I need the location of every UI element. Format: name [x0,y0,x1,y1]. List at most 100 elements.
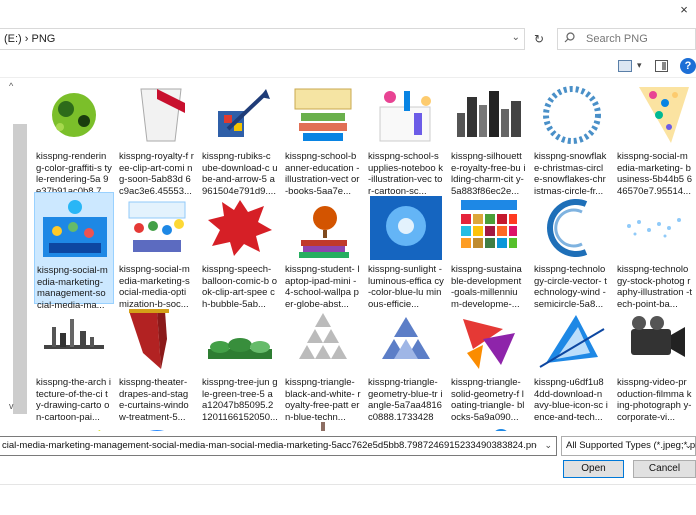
filename-input[interactable]: cial-media-marketing-management-social-m… [0,436,557,456]
file-thumbnail-architecture [38,309,110,373]
file-thumbnail-sdg-goals [453,196,525,260]
file-thumbnail-triangle-solid [453,309,525,373]
search-icon [564,32,575,46]
file-item[interactable]: kisspng-u6df1u8 4dd-download-n avy-blue-… [532,305,612,423]
file-name: kisspng-triangle- solid-geometry-f loati… [451,377,525,423]
file-thumbnail-coming-soon [121,83,193,147]
file-name: kisspng-tree-jun gle-green-tree-5 aa1204… [202,377,278,423]
search-placeholder: Search PNG [586,33,648,45]
breadcrumb[interactable]: (E:) › PNG [4,33,55,45]
file-thumbnail-video-production [619,309,691,373]
file-item[interactable]: kisspng-social-m edia-marketing- managem… [34,192,114,311]
file-name: kisspng-speech- balloon-comic-b ook-clip… [202,264,277,310]
chevron-down-icon[interactable]: ⌄ [684,440,692,451]
file-item[interactable]: kisspng-renderin g-color-graffiti-s tyle… [34,79,114,197]
file-name: kisspng-triangle- black-and-white- royal… [285,377,361,423]
file-item[interactable]: kisspng-student- laptop-ipad-mini -4-sch… [283,192,363,310]
file-item[interactable]: kisspng-royalty-f ree-clip-art-comi ng-s… [117,79,197,197]
file-name: kisspng-school-s upplies-noteboo k-illus… [368,151,443,197]
search-input[interactable]: Search PNG [557,28,696,50]
title-bar: × [0,0,696,24]
file-name: kisspng-u6df1u8 4dd-download-n avy-blue-… [534,377,608,423]
file-grid[interactable]: kisspng-renderin g-color-graffiti-s tyle… [34,79,696,431]
file-item[interactable]: kisspng-theater- drapes-and-stag e-curta… [117,305,197,423]
address-row: (E:) › PNG ⌄ ↻ Search PNG [0,26,696,52]
file-item[interactable]: kisspng-tree-jun gle-green-tree-5 aa1204… [200,305,280,423]
file-thumbnail-triangle-bw [287,309,359,373]
file-item[interactable]: kisspng-speech- balloon-comic-b ook-clip… [200,192,280,310]
file-item[interactable]: kisspng-school-s upplies-noteboo k-illus… [366,79,446,197]
file-thumbnail-tech-circle [536,196,608,260]
file-thumbnail-social-business [619,83,691,147]
file-thumbnail-speech-bubble [204,196,276,260]
file-thumbnail-cube-arrow [204,83,276,147]
scrollbar-thumb[interactable] [13,124,27,414]
navigation-pane[interactable]: ^ v [0,79,28,429]
file-item[interactable] [34,418,114,431]
scroll-up-icon[interactable]: ^ [9,81,13,91]
file-thumbnail-blue-tech [536,309,608,373]
file-item[interactable]: kisspng-silhouett e-royalty-free-bu ildi… [449,79,529,197]
file-thumbnail-bell-signal [536,422,608,431]
help-button[interactable]: ? [680,58,696,74]
file-name: kisspng-snowflak e-christmas-circl e-sno… [534,151,607,197]
filename-row: cial-media-marketing-management-social-m… [0,436,696,458]
file-name: kisspng-technolo gy-circle-vector- techn… [534,264,607,310]
file-item[interactable]: kisspng-the-arch itecture-of-the-ci ty-d… [34,305,114,423]
file-thumbnail-city-silhouette [453,83,525,147]
filetype-select[interactable]: All Supported Types (*.jpeg;*.pr ⌄ [561,436,696,456]
file-name: kisspng-silhouett e-royalty-free-bu ildi… [451,151,526,197]
file-item[interactable]: kisspng-social-m edia-marketing- busines… [615,79,695,197]
file-name: kisspng-sustaina ble-development -goals-… [451,264,522,310]
file-thumbnail-school-banner [287,83,359,147]
file-item[interactable]: kisspng-school-b anner-education -illust… [283,79,363,197]
file-name: kisspng-student- laptop-ipad-mini -4-sch… [285,264,360,310]
file-item[interactable]: kisspng-sunlight -luminous-effica cy-col… [366,192,446,310]
file-thumbnail-yellow-splash [38,422,110,431]
scroll-down-icon[interactable]: v [9,401,14,411]
file-item[interactable]: kisspng-technolo gy-circle-vector- techn… [532,192,612,310]
file-thumbnail-contact-us [204,422,276,431]
file-name: kisspng-sunlight -luminous-effica cy-col… [368,264,444,310]
file-thumbnail-zoom-icon [121,422,193,431]
file-thumbnail-school-supplies [370,83,442,147]
file-item[interactable] [532,418,612,431]
file-thumbnail-tech-points [619,196,691,260]
file-name: kisspng-royalty-f ree-clip-art-comi ng-s… [119,151,194,197]
file-item[interactable]: kisspng-triangle- black-and-white- royal… [283,305,363,423]
file-name: kisspng-the-arch itecture-of-the-ci ty-d… [36,377,111,423]
preview-pane-button[interactable] [655,60,668,72]
file-item[interactable]: kisspng-video-pr oduction-filmma king-ph… [615,305,695,423]
file-item[interactable]: kisspng-sustaina ble-development -goals-… [449,192,529,310]
file-name: kisspng-video-pr oduction-filmma king-ph… [617,377,692,423]
file-item[interactable]: kisspng-snowflak e-christmas-circl e-sno… [532,79,612,197]
open-button[interactable]: Open [563,460,624,478]
file-item[interactable]: kisspng-technolo gy-stock-photog raphy-i… [615,192,695,310]
change-view-button[interactable] [618,60,632,72]
refresh-button[interactable]: ↻ [528,30,550,50]
file-item[interactable] [200,418,280,431]
file-thumbnail-curtains [121,309,193,373]
file-item[interactable] [615,418,695,431]
chevron-down-icon[interactable]: ⌄ [512,32,520,43]
file-item[interactable]: kisspng-triangle- geometry-blue-tr iangl… [366,305,446,423]
file-item[interactable] [117,418,197,431]
file-item[interactable] [283,418,363,431]
file-name: kisspng-renderin g-color-graffiti-s tyle… [36,151,112,197]
file-item[interactable]: kisspng-rubiks-c ube-download-c ube-and-… [200,79,280,197]
address-bar[interactable]: (E:) › PNG ⌄ [0,28,525,50]
chevron-down-icon[interactable]: ⌄ [544,440,552,451]
file-thumbnail-sunlight [370,196,442,260]
file-item[interactable]: kisspng-social-m edia-marketing-s ocial-… [117,192,197,310]
toolbar: ▾ ? [0,56,696,78]
divider [0,484,696,485]
file-thumbnail-social-optimization [121,196,193,260]
filename-value[interactable]: cial-media-marketing-management-social-m… [2,440,537,451]
view-options-chevron-icon[interactable]: ▾ [637,60,642,71]
file-name: kisspng-theater- drapes-and-stag e-curta… [119,377,189,423]
file-item[interactable]: kisspng-triangle- solid-geometry-f loati… [449,305,529,423]
file-item[interactable] [366,418,446,431]
file-item[interactable] [449,418,529,431]
close-button[interactable]: × [676,2,692,18]
cancel-button[interactable]: Cancel [633,460,696,478]
